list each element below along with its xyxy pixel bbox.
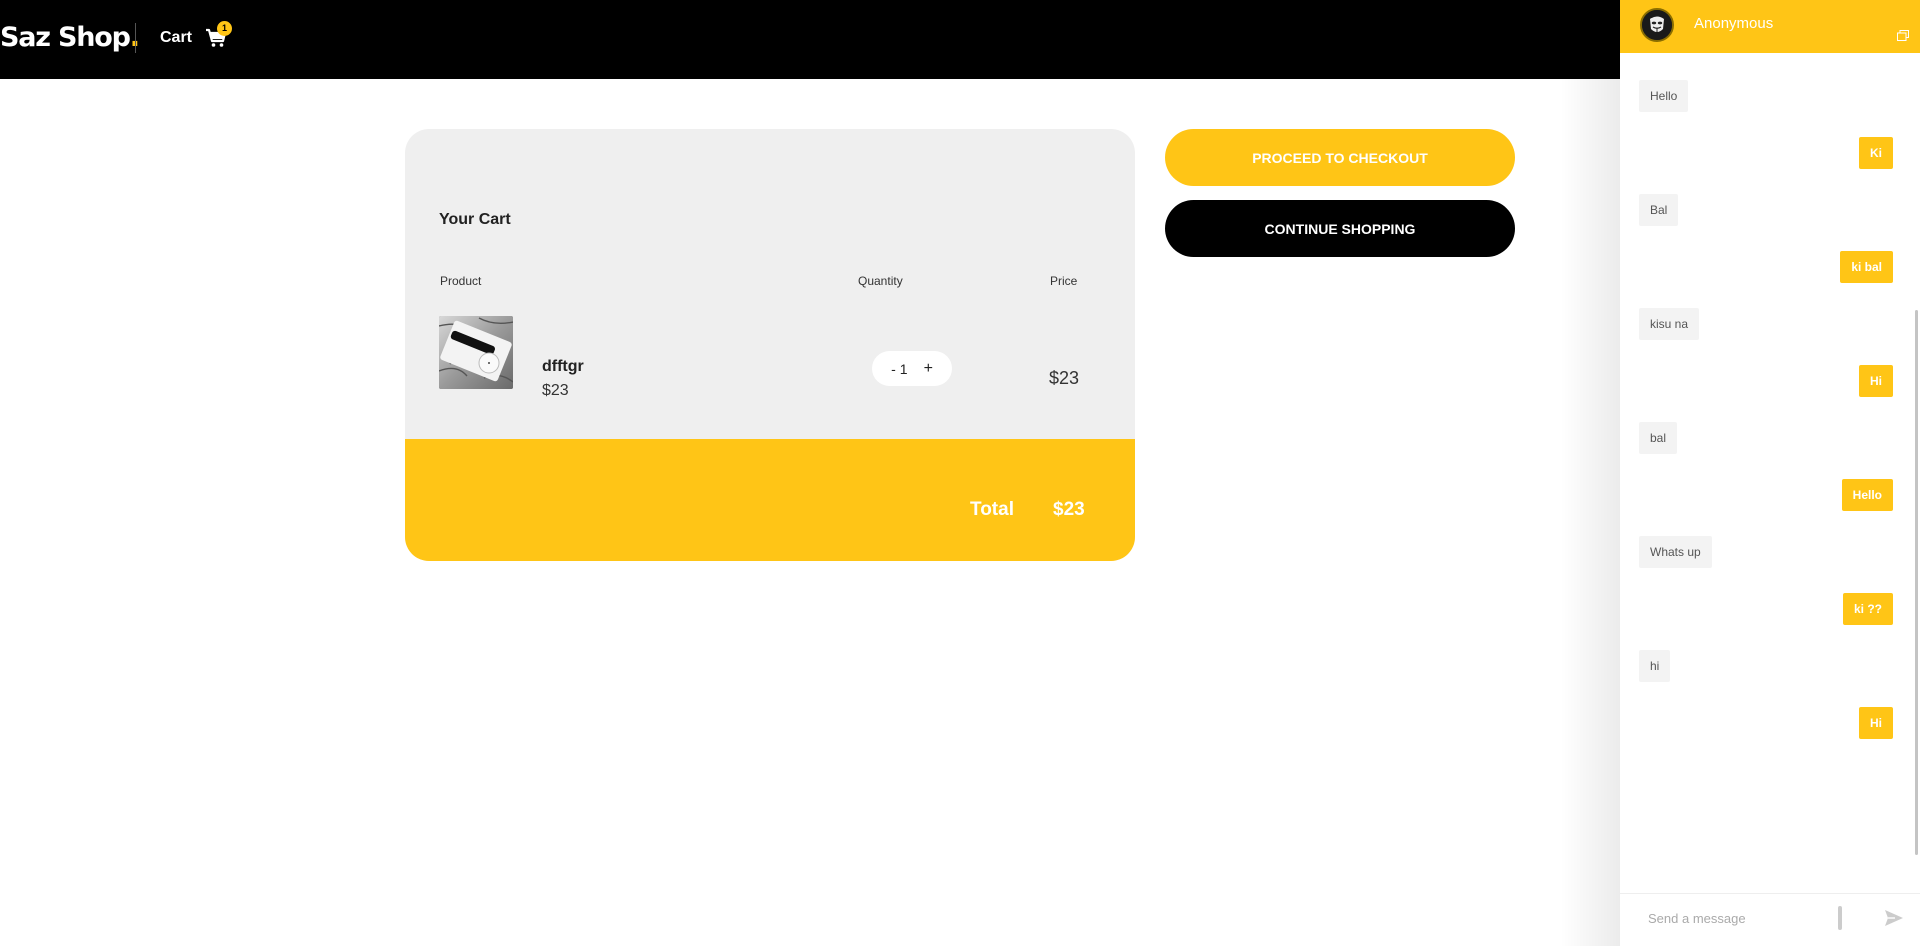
cart-count-badge: 1 [217,21,232,36]
chat-panel-shadow [1560,0,1620,946]
chat-scrollbar-thumb[interactable] [1915,310,1918,855]
composer-divider [1838,906,1842,930]
chat-message-input[interactable] [1648,911,1828,926]
column-header-price: Price [1050,274,1078,288]
outgoing-message-bubble: ki ?? [1842,593,1893,625]
chat-message-list[interactable]: Hello Ki Bal ki bal kisu na Hi bal Hello Whats u… [1620,53,1920,893]
incoming-message-bubble: bal [1639,422,1678,454]
column-header-quantity: Quantity [858,274,903,288]
product-image[interactable] [439,316,513,389]
total-value: $23 [1053,499,1085,520]
chat-composer [1620,893,1920,946]
column-header-product: Product [440,274,482,288]
header-divider [135,23,136,53]
cart-total-bar: Total $23 [405,439,1135,561]
cart-panel: Your Cart Product Quantity Price dfftgr … [405,129,1135,561]
product-unit-price: $23 [542,382,569,399]
incoming-message-bubble: Bal [1639,194,1679,226]
brand-logo[interactable]: Saz Shop. [0,22,140,53]
outgoing-message-bubble: Hi [1859,365,1893,397]
quantity-stepper: - 1 + [872,351,952,386]
outgoing-message-bubble: Hello [1841,479,1893,511]
send-icon[interactable] [1883,908,1905,928]
line-item-price: $23 [1049,368,1080,388]
incoming-message-bubble: Hello [1639,80,1689,112]
continue-shopping-button[interactable]: CONTINUE SHOPPING [1165,200,1515,257]
chat-widget: Anonymous Hello Ki Bal ki bal kisu na Hi bal He… [1620,0,1920,946]
incoming-message-bubble: kisu na [1639,308,1700,340]
product-name[interactable]: dfftgr [542,358,584,376]
outgoing-message-bubble: Hi [1859,707,1893,739]
quantity-value: 1 [899,360,908,377]
popout-window-icon[interactable] [1897,28,1909,41]
chat-user-name: Anonymous [1694,15,1774,32]
decrease-quantity-button[interactable]: - [891,361,896,377]
cart-nav-label: Cart [160,29,193,46]
increase-quantity-button[interactable]: + [924,360,933,378]
cart-title: Your Cart [439,211,511,228]
anonymous-mask-icon [1640,8,1674,42]
total-label: Total [970,499,1014,520]
incoming-message-bubble: Whats up [1639,536,1712,568]
outgoing-message-bubble: ki bal [1840,251,1893,283]
incoming-message-bubble: hi [1639,650,1671,682]
chat-header[interactable]: Anonymous [1620,0,1920,53]
proceed-to-checkout-button[interactable]: PROCEED TO CHECKOUT [1165,129,1515,186]
outgoing-message-bubble: Ki [1859,137,1893,169]
